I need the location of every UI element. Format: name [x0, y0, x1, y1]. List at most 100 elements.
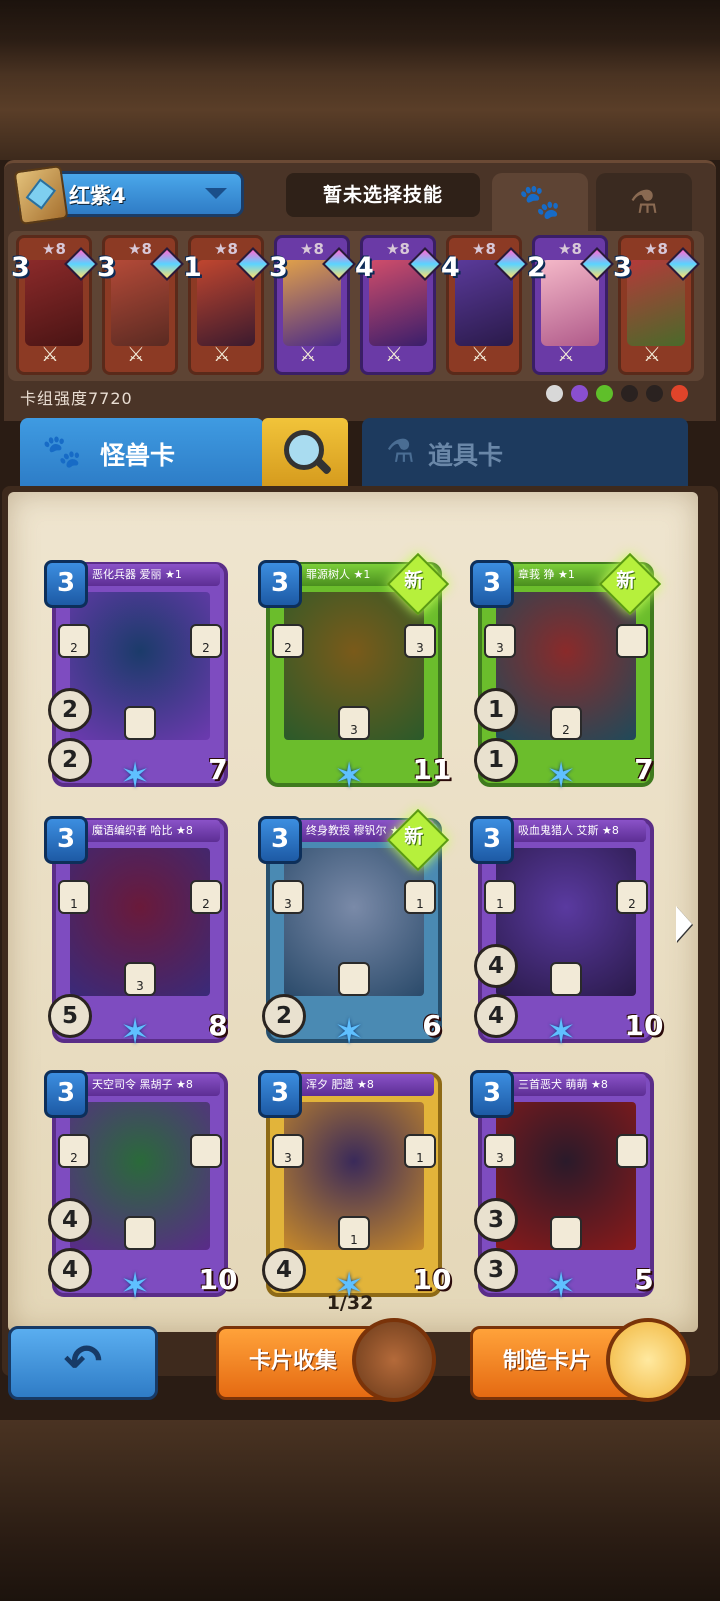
card-stat-attack: 4 — [48, 1248, 92, 1292]
deck-power-label: 卡组强度7720 — [20, 389, 133, 408]
card-stat-attack: 4 — [262, 1248, 306, 1292]
card-hp: 10 — [412, 1255, 456, 1299]
card-socket: 3 — [338, 706, 370, 740]
chevron-down-icon — [205, 188, 227, 199]
card-stat-attack: 3 — [474, 1248, 518, 1292]
deck-card[interactable]: ★8 4 ⚔ — [441, 235, 528, 375]
monster-card[interactable]: 吸血鬼猎人 艾斯 ★83 1 2 4 4 ✶ 10 — [470, 816, 667, 1053]
card-cost: 3 — [44, 1070, 88, 1118]
skill-select-button[interactable]: 暂未选择技能 — [286, 173, 480, 217]
craft-card-label: 制造卡片 — [503, 1349, 592, 1374]
card-collection-label: 卡片收集 — [249, 1349, 338, 1374]
fire-element-icon — [671, 385, 688, 402]
star-badge-icon: ✶ — [546, 756, 577, 797]
purple-element-icon — [571, 385, 588, 402]
monster-card[interactable]: 浑夕 肥遗 ★833114✶10 — [258, 1070, 455, 1307]
deck-card[interactable]: ★8 3 ⚔ — [269, 235, 356, 375]
deck-panel: 红紫4 暂未选择技能 🐾 ⚗ ★8 3 ⚔ ★8 3 ⚔ ★8 1 ⚔ ★8 3 ⚔ ★8 4 ⚔ ★8 4 ⚔ ★… — [4, 160, 716, 421]
deck-card-cost: 2 — [527, 252, 546, 283]
card-socket: 2 — [58, 624, 90, 658]
deck-card[interactable]: ★8 2 ⚔ — [527, 235, 614, 375]
card-hp: 10 — [624, 1001, 668, 1045]
monster-card[interactable]: 恶化兵器 爱丽 ★13 2 2 2 2 ✶ 7 — [44, 560, 241, 797]
deck-card-cost: 4 — [355, 252, 374, 283]
card-stat-upper: 4 — [474, 944, 518, 988]
card-socket: 2 — [190, 880, 222, 914]
deck-card[interactable]: ★8 4 ⚔ — [355, 235, 442, 375]
card-socket: 2 — [272, 624, 304, 658]
card-cost: 3 — [258, 816, 302, 864]
back-button[interactable]: ↶ — [8, 1326, 158, 1400]
card-stat-upper: 4 — [48, 1198, 92, 1242]
tab-item-cards[interactable]: ⚗ 道具卡 — [362, 418, 688, 488]
card-hp: 5 — [624, 1255, 667, 1299]
star-badge-icon: ✶ — [120, 1012, 151, 1053]
card-hp: 8 — [198, 1001, 241, 1045]
card-name: 天空司令 黑胡子 ★8 — [80, 1074, 220, 1096]
tab-monster-deck[interactable]: 🐾 — [492, 173, 588, 231]
card-stat-attack: 5 — [48, 994, 92, 1038]
card-socket: 1 — [404, 880, 436, 914]
card-socket: 1 — [58, 880, 90, 914]
deck-card[interactable]: ★8 3 ⚔ — [97, 235, 184, 375]
card-socket — [338, 962, 370, 996]
card-socket: 1 — [338, 1216, 370, 1250]
card-cost: 3 — [470, 1070, 514, 1118]
tab-potion-deck[interactable]: ⚗ — [596, 173, 692, 231]
card-hp: 7 — [624, 745, 667, 789]
deck-card-row: ★8 3 ⚔ ★8 3 ⚔ ★8 1 ⚔ ★8 3 ⚔ ★8 4 ⚔ ★8 4 ⚔ ★8 2 ⚔ ★8 3 ⚔ — [8, 231, 704, 381]
deck-card[interactable]: ★8 1 ⚔ — [183, 235, 270, 375]
sword-icon: ⚔ — [127, 342, 145, 366]
monster-card[interactable]: 魔语编织者 哈比 ★831325✶8 — [44, 816, 241, 1053]
monster-card[interactable]: 天空司令 黑胡子 ★83 2 4 4 ✶ 10 — [44, 1070, 241, 1307]
card-socket: 2 — [58, 1134, 90, 1168]
card-socket: 3 — [272, 1134, 304, 1168]
star-badge-icon: ✶ — [334, 1012, 365, 1053]
page-counter: 1/32 — [326, 1292, 374, 1314]
new-badge-label: 新 — [616, 569, 636, 592]
card-cost: 3 — [470, 560, 514, 608]
tab-monster-label: 怪兽卡 — [100, 441, 176, 470]
card-socket: 1 — [404, 1134, 436, 1168]
card-hp: 6 — [412, 1001, 455, 1045]
card-socket — [124, 706, 156, 740]
card-socket: 3 — [124, 962, 156, 996]
card-socket — [550, 1216, 582, 1250]
card-stat-attack: 4 — [474, 994, 518, 1038]
monster-card[interactable]: 三首恶犬 萌萌 ★83333✶5 — [470, 1070, 667, 1307]
deck-card-cost: 4 — [441, 252, 460, 283]
deck-card-cost: 1 — [183, 252, 202, 283]
deck-selector[interactable]: 红紫4 — [13, 164, 244, 226]
card-name: 浑夕 肥遗 ★8 — [294, 1074, 434, 1096]
deck-card-cost: 3 — [269, 252, 288, 283]
card-name: 恶化兵器 爱丽 ★1 — [80, 564, 220, 586]
card-socket: 2 — [190, 624, 222, 658]
card-stat-attack: 2 — [48, 738, 92, 782]
tab-item-label: 道具卡 — [428, 441, 504, 470]
sword-icon: ⚔ — [471, 342, 489, 366]
next-page-arrow-icon[interactable] — [676, 906, 692, 942]
card-socket: 2 — [550, 706, 582, 740]
card-socket — [124, 1216, 156, 1250]
dark-element-icon-2 — [646, 385, 663, 402]
deck-card[interactable]: ★8 3 ⚔ — [11, 235, 98, 375]
deck-book-icon — [13, 164, 69, 226]
card-name: 魔语编织者 哈比 ★8 — [80, 820, 220, 842]
element-icons — [546, 385, 688, 402]
new-badge-label: 新 — [404, 569, 424, 592]
card-socket — [190, 1134, 222, 1168]
paw-icon: 🐾 — [518, 182, 562, 222]
sword-icon: ⚔ — [385, 342, 403, 366]
deck-card-cost: 3 — [613, 252, 632, 283]
deck-card[interactable]: ★8 3 ⚔ — [613, 235, 700, 375]
card-socket — [550, 962, 582, 996]
tab-monster-cards[interactable]: 🐾 怪兽卡 — [20, 418, 264, 488]
deck-card-cost: 3 — [97, 252, 116, 283]
star-badge-icon: ✶ — [120, 756, 151, 797]
potion-icon: ⚗ — [386, 432, 415, 470]
search-button[interactable] — [262, 418, 348, 488]
card-hp: 10 — [198, 1255, 242, 1299]
paw-icon: 🐾 — [42, 432, 82, 470]
star-badge-icon: ✶ — [120, 1266, 151, 1307]
card-cost: 3 — [44, 560, 88, 608]
